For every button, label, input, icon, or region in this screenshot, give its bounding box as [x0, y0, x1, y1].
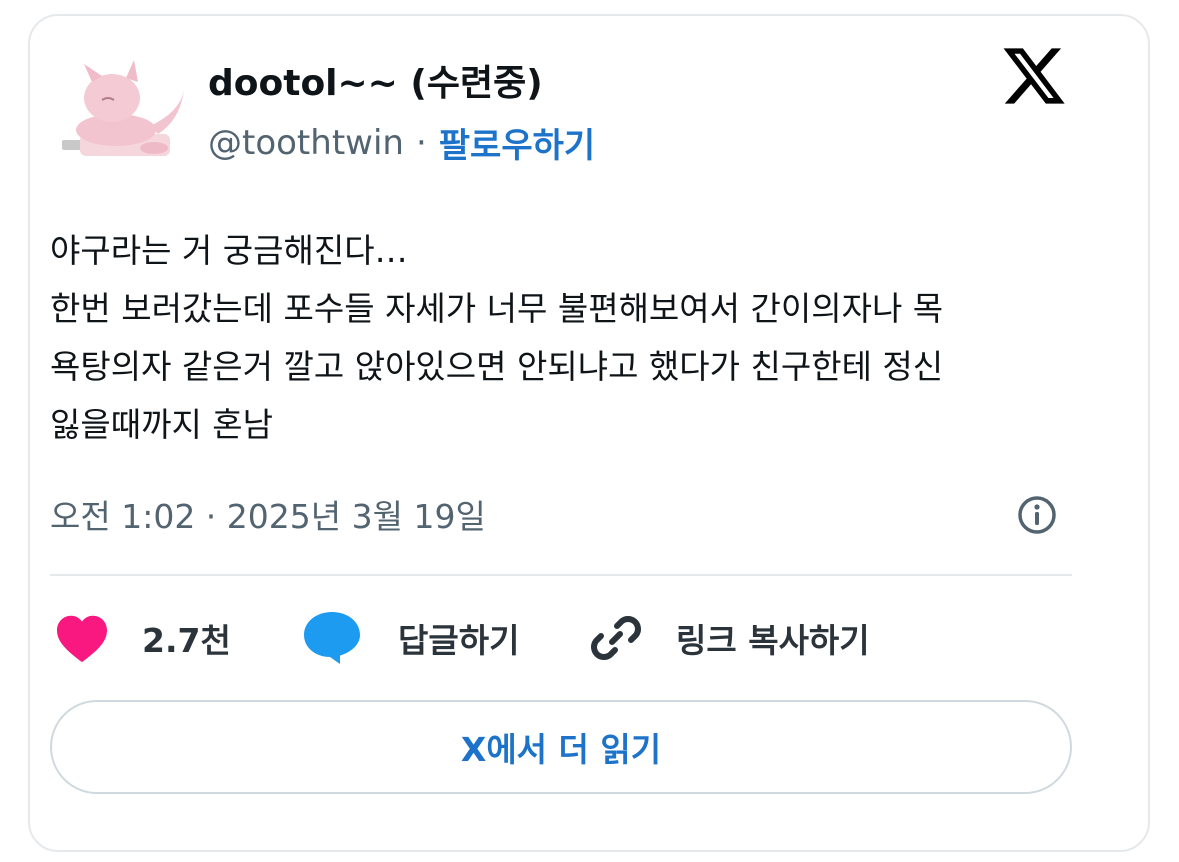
tweet-timestamp[interactable]: 오전 1:02 · 2025년 3월 19일	[50, 490, 486, 538]
tweet-text-line: 잃을때까지 혼남	[50, 405, 274, 444]
divider	[50, 574, 1072, 576]
copy-link-button[interactable]: 링크 복사하기	[588, 610, 870, 666]
follow-button[interactable]: 팔로우하기	[439, 118, 595, 167]
like-button[interactable]: 2.7천	[54, 610, 231, 666]
tweet-text-line: 욕탕의자 같은거 깔고 앉아있으면 안되냐고 했다가 친구한테 정신	[50, 347, 944, 386]
separator-dot: ·	[415, 122, 427, 163]
reply-button[interactable]: 답글하기	[302, 610, 519, 666]
avatar[interactable]	[54, 52, 194, 170]
tweet-text-line: 한번 보러갔는데 포수들 자세가 너무 불편해보여서 간이의자나 목	[50, 289, 944, 328]
tweet-text: 야구라는 거 궁금해진다… 한번 보러갔는데 포수들 자세가 너무 불편해보여서…	[50, 222, 1090, 454]
copy-link-label: 링크 복사하기	[676, 621, 870, 660]
heart-icon	[57, 615, 107, 663]
link-icon	[591, 616, 641, 660]
author-display-name[interactable]: dootol~~ (수련중)	[208, 54, 543, 106]
author-handle[interactable]: @toothtwin	[208, 123, 404, 163]
speech-bubble-icon	[304, 612, 360, 664]
like-count: 2.7천	[142, 621, 231, 660]
x-logo-icon[interactable]	[1000, 42, 1068, 110]
tweet-text-line: 야구라는 거 궁금해진다…	[50, 231, 408, 270]
author-handle-row: @toothtwin · 팔로우하기	[208, 118, 595, 167]
read-more-button[interactable]: X에서 더 읽기	[50, 700, 1072, 794]
avatar-image	[62, 60, 184, 156]
reply-label: 답글하기	[398, 621, 520, 660]
info-icon[interactable]	[1016, 494, 1058, 536]
